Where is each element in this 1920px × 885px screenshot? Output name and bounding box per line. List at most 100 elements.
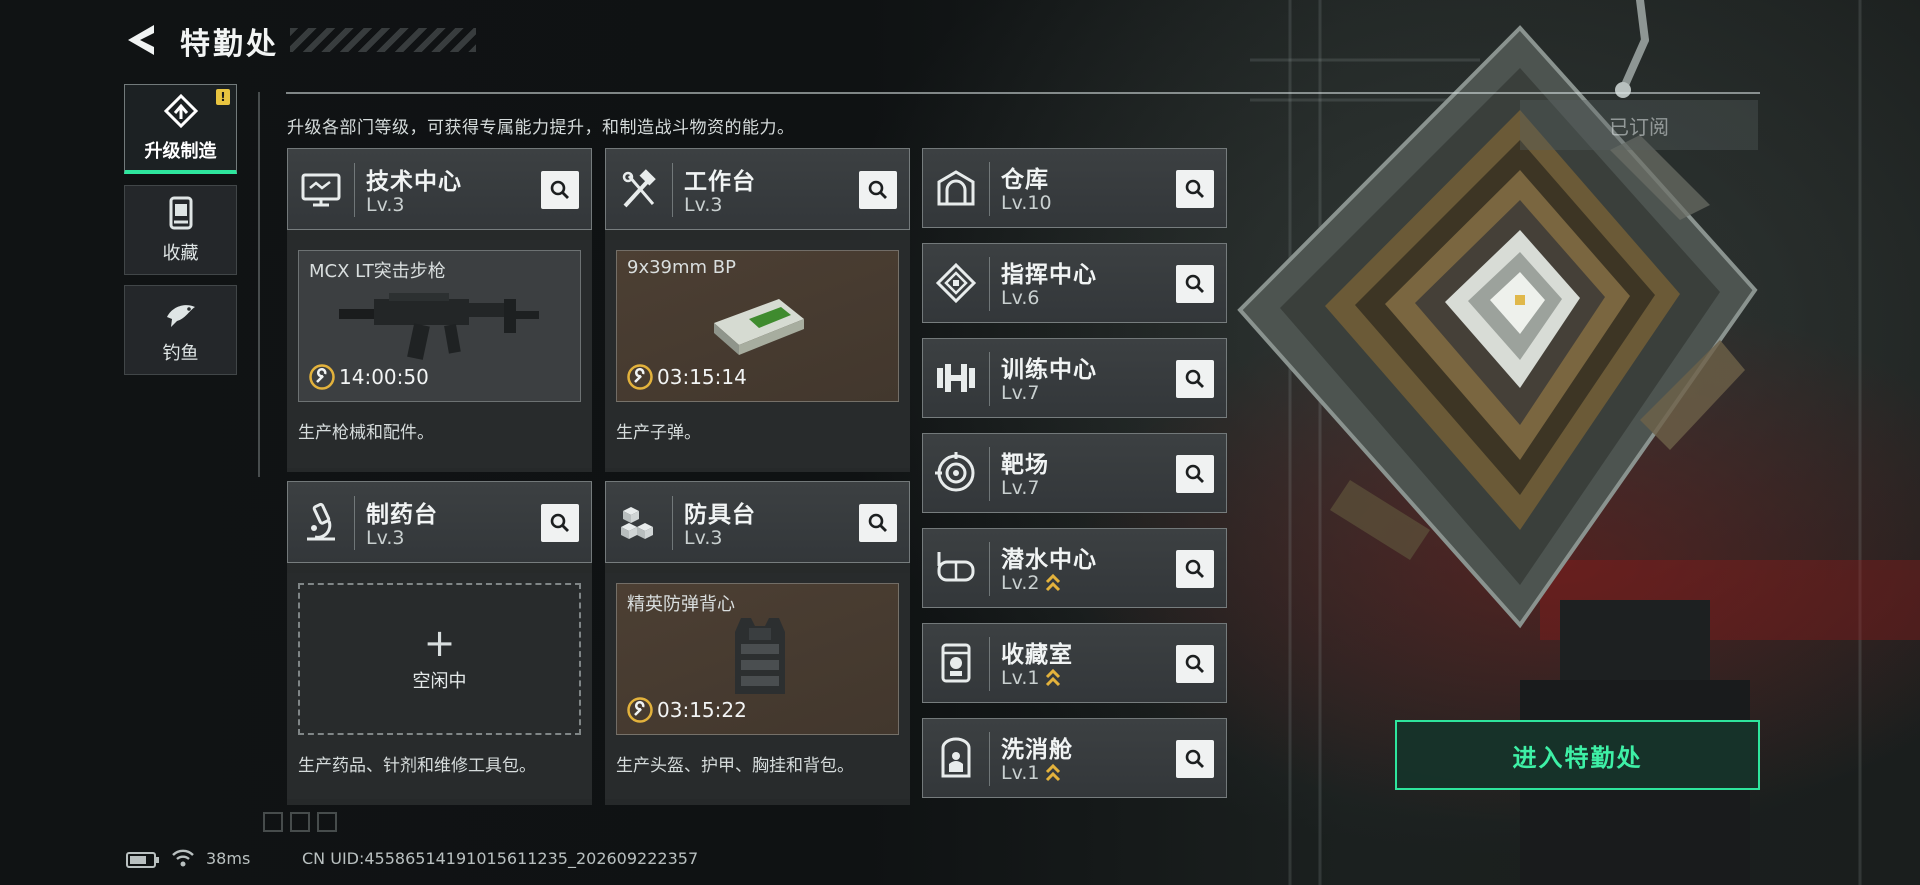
station-level: Lv.3 [366,527,405,549]
search-icon [550,180,569,199]
inspect-button[interactable] [1176,455,1214,493]
monitor-icon [301,173,341,207]
station-body: + 空闲中 生产药品、针剂和维修工具包。 [287,573,592,805]
level-text: Lv.6 [1001,287,1040,309]
department-level: Lv.1 [1001,667,1061,689]
search-icon [1185,559,1204,578]
department-level: Lv.2 [1001,572,1061,594]
station-card-armor-bench[interactable]: 防具台 Lv.3 精英防弹背心 03:15:22 生产头盔、护甲、胸挂和背包。 [605,481,910,805]
timer-text: 03:15:22 [657,698,747,722]
department-warehouse[interactable]: 仓库 Lv.10 [922,148,1227,228]
production-slot[interactable]: 9x39mm BP 03:15:14 [616,250,899,402]
inspect-button[interactable] [541,504,579,542]
alert-badge: ! [216,89,230,105]
header-divider [989,447,990,501]
armor-blocks-icon [621,507,653,539]
station-name: 防具台 [684,502,756,528]
department-name: 洗消舱 [1001,737,1073,763]
station-header: 工作台 Lv.3 [605,148,910,230]
idle-status: 空闲中 [412,671,467,692]
dumbbell-icon [937,364,975,392]
nav-tab-collection[interactable]: 收藏 [124,185,237,275]
production-timer: 03:15:14 [627,363,747,391]
inspect-button[interactable] [859,171,897,209]
department-name: 训练中心 [1001,357,1097,383]
department-name: 指挥中心 [1001,262,1097,288]
level-text: Lv.1 [1001,667,1040,689]
department-name: 仓库 [1001,167,1049,193]
page-title: 特勤处 [180,27,279,62]
corner-decoration [263,812,337,832]
inspect-button[interactable] [1176,645,1214,683]
production-slot[interactable]: MCX LT突击步枪 14:00:50 [298,250,581,402]
fish-icon [166,305,195,327]
product-name: 精英防弹背心 [627,594,735,615]
inspect-button[interactable] [1176,360,1214,398]
station-card-pharmacy[interactable]: 制药台 Lv.3 + 空闲中 生产药品、针剂和维修工具包。 [287,481,592,805]
department-collection-room[interactable]: 收藏室 Lv.1 [922,623,1227,703]
station-description: 生产头盔、护甲、胸挂和背包。 [616,756,854,776]
inspect-button[interactable] [859,504,897,542]
decon-pod-icon [941,737,971,778]
department-decontamination-pod[interactable]: 洗消舱 Lv.1 [922,718,1227,798]
station-header: 技术中心 Lv.3 [287,148,592,230]
search-icon [1185,369,1204,388]
battery-icon [126,852,159,868]
upgrade-icon [163,93,198,128]
enter-special-ops-button[interactable]: 进入特勤处 [1395,720,1760,790]
vest-image [735,618,785,694]
department-level: Lv.7 [1001,382,1039,404]
department-diving-center[interactable]: 潜水中心 Lv.2 [922,528,1227,608]
department-level: Lv.1 [1001,762,1061,784]
station-body: 精英防弹背心 03:15:22 生产头盔、护甲、胸挂和背包。 [605,573,910,805]
header-divider [989,352,990,406]
search-icon [1185,179,1204,198]
wrench-timer-icon [627,364,653,390]
upgrade-available-icon [1046,668,1061,687]
production-slot[interactable]: 精英防弹背心 03:15:22 [616,583,899,735]
inspect-button[interactable] [1176,170,1214,208]
inspect-button[interactable] [1176,550,1214,588]
department-shooting-range[interactable]: 靶场 Lv.7 [922,433,1227,513]
level-text: Lv.2 [1001,572,1040,594]
production-timer: 03:15:22 [627,696,747,724]
department-training-center[interactable]: 训练中心 Lv.7 [922,338,1227,418]
empty-production-slot[interactable]: + 空闲中 [298,583,581,735]
left-divider [258,92,260,477]
inspect-button[interactable] [1176,740,1214,778]
station-card-tech-center[interactable]: 技术中心 Lv.3 MCX LT突击步枪 14:00:50 生产枪械和配件。 [287,148,592,472]
warehouse-icon [937,170,975,206]
station-description: 生产药品、针剂和维修工具包。 [298,756,536,776]
department-name: 靶场 [1001,452,1049,478]
station-level: Lv.3 [684,527,723,549]
department-name: 潜水中心 [1001,547,1097,573]
title-decoration-stripes [290,28,476,52]
station-description: 生产枪械和配件。 [298,423,434,443]
station-body: MCX LT突击步枪 14:00:50 生产枪械和配件。 [287,240,592,472]
upgrade-available-icon [1046,573,1061,592]
page-description: 升级各部门等级，可获得专属能力提升，和制造战斗物资的能力。 [287,118,795,138]
header-divider [354,496,355,550]
search-icon [550,513,569,532]
ammo-box-image [714,299,804,355]
inspect-button[interactable] [541,171,579,209]
station-name: 技术中心 [366,169,462,195]
nav-tab-label: 钓鱼 [162,343,199,364]
back-arrow-icon[interactable] [124,22,158,58]
display-case-icon [941,643,971,683]
station-card-workbench[interactable]: 工作台 Lv.3 9x39mm BP 03:15:14 生产子弹。 [605,148,910,472]
header-divider [989,162,990,216]
product-name: MCX LT突击步枪 [309,261,446,282]
user-id: CN UID:4558651419101561123​5_20260922235… [302,849,699,868]
inspect-button[interactable] [1176,265,1214,303]
nav-tab-fishing[interactable]: 钓鱼 [124,285,237,375]
search-icon [1185,464,1204,483]
search-icon [1185,274,1204,293]
nav-tab-upgrade[interactable]: ! 升级制造 [124,84,237,174]
add-icon: + [423,621,456,665]
station-description: 生产子弹。 [616,423,701,443]
station-level: Lv.3 [684,194,723,216]
header-divider [354,163,355,217]
department-command-center[interactable]: 指挥中心 Lv.6 [922,243,1227,323]
collection-icon [169,196,192,230]
